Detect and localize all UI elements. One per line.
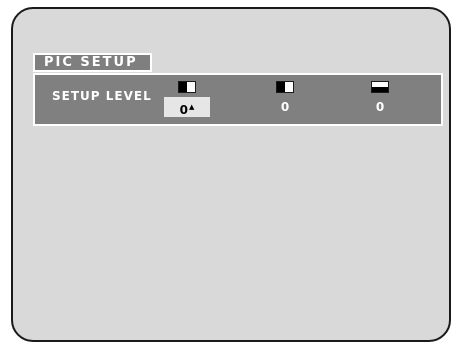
setup-level-row[interactable]: SETUP LEVEL 0▲ 0 0 <box>33 73 443 126</box>
split-screen-horizontal-icon <box>371 81 389 93</box>
menu-title: PIC SETUP <box>44 55 138 70</box>
setup-level-label: SETUP LEVEL <box>52 89 152 103</box>
setup-level-column-1[interactable]: 0▲ <box>164 79 210 119</box>
adjust-arrow-icon: ▲ <box>188 103 195 111</box>
screen-frame: PIC SETUP SETUP LEVEL 0▲ 0 0 <box>11 7 451 342</box>
setup-level-column-3[interactable]: 0 <box>357 79 403 119</box>
setup-level-value-2[interactable]: 0 <box>262 97 308 117</box>
menu-title-tab[interactable]: PIC SETUP <box>33 53 152 72</box>
split-screen-vertical-icon <box>276 81 294 93</box>
setup-level-column-2[interactable]: 0 <box>262 79 308 119</box>
setup-level-value-1[interactable]: 0▲ <box>164 97 210 117</box>
setup-level-value-3[interactable]: 0 <box>357 97 403 117</box>
split-screen-vertical-icon <box>178 81 196 93</box>
